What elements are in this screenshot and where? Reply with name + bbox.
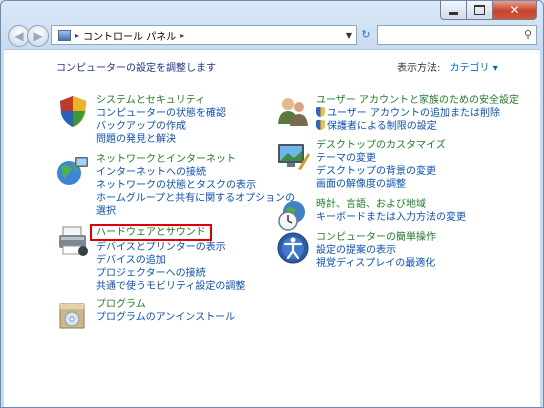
breadcrumb-control-panel[interactable]: コントロール パネル [83,28,176,43]
hardware-sound-icon[interactable] [56,224,90,258]
view-by-label: 表示方法: [397,63,441,74]
view-by: 表示方法: カテゴリ ▾ [397,59,498,74]
category-title-clock-region[interactable]: 時計、言語、および地域 [316,198,466,211]
category-title-hardware-sound[interactable]: ハードウェアとサウンド [90,224,245,241]
category-title-user-accounts[interactable]: ユーザー アカウントと家族のための安全設定 [316,94,519,107]
link-devices-printers[interactable]: デバイスとプリンターの表示 [96,241,245,254]
uac-shield-icon [316,107,325,117]
link-change-theme[interactable]: テーマの変更 [316,152,446,165]
link-suggested-settings[interactable]: 設定の提案の表示 [316,244,436,257]
link-create-backup[interactable]: バックアップの作成 [96,120,226,133]
link-connect-internet[interactable]: インターネットへの接続 [96,166,295,179]
category-title-ease-of-access[interactable]: コンピューターの簡単操作 [316,231,436,244]
programs-icon[interactable] [56,298,90,332]
breadcrumb-separator-icon[interactable]: ▸ [180,31,184,40]
link-network-status[interactable]: ネットワークの状態とタスクの表示 [96,179,295,192]
page-heading: コンピューターの設定を調整します [56,63,216,74]
breadcrumb-separator-icon: ▸ [75,30,80,40]
refresh-button[interactable]: ↻ [358,25,374,43]
link-add-device[interactable]: デバイスの追加 [96,254,245,267]
link-homegroup-options-cont[interactable]: 選択 [96,205,295,218]
view-by-dropdown[interactable]: カテゴリ ▾ [450,63,498,74]
link-uninstall-program[interactable]: プログラムのアンインストール [96,311,235,324]
link-parental-controls[interactable]: 保護者による制限の設定 [316,120,519,133]
maximize-icon [474,5,485,15]
uac-shield-icon [316,120,325,130]
link-change-background[interactable]: デスクトップの背景の変更 [316,165,446,178]
address-dropdown-icon[interactable]: ▼ [346,31,352,40]
category-title-appearance[interactable]: デスクトップのカスタマイズ [316,139,446,152]
system-security-icon[interactable] [56,94,90,128]
minimize-button[interactable] [440,1,467,20]
search-box[interactable]: ⚲ [377,25,537,45]
search-icon[interactable]: ⚲ [524,28,532,41]
link-add-remove-accounts[interactable]: ユーザー アカウントの追加または削除 [316,107,519,120]
clock-region-icon[interactable] [276,198,310,232]
link-connect-projector[interactable]: プロジェクターへの接続 [96,267,245,280]
caption-buttons: ✕ [440,1,537,20]
close-button[interactable]: ✕ [493,1,537,20]
link-mobility-settings[interactable]: 共通で使うモビリティ設定の調整 [96,280,245,293]
appearance-icon[interactable] [276,139,310,173]
control-panel-window: ✕ ◀ ▶ ▸ コントロール パネル ▸ ▼ ↻ ⚲ コンピューターの設定を調整… [0,0,544,408]
category-title-network-internet[interactable]: ネットワークとインターネット [96,153,295,166]
user-accounts-icon[interactable] [276,94,310,128]
highlight-box[interactable]: ハードウェアとサウンド [90,224,212,241]
category-title-system-security[interactable]: システムとセキュリティ [96,94,226,107]
link-check-computer-status[interactable]: コンピューターの状態を確認 [96,107,226,120]
link-change-keyboard[interactable]: キーボードまたは入力方法の変更 [316,211,466,224]
control-panel-icon [58,29,71,41]
ease-of-access-icon[interactable] [276,231,310,265]
link-adjust-resolution[interactable]: 画面の解像度の調整 [316,178,446,191]
link-homegroup-options[interactable]: ホームグループと共有に関するオプションの [96,192,295,205]
content-area: コンピューターの設定を調整します 表示方法: カテゴリ ▾ システムとセキュリテ… [4,49,540,407]
address-bar[interactable]: ▸ コントロール パネル ▸ ▼ [51,25,357,45]
link-optimize-display[interactable]: 視覚ディスプレイの最適化 [316,257,436,270]
link-find-fix-problems[interactable]: 問題の発見と解決 [96,133,226,146]
forward-button[interactable]: ▶ [27,25,49,47]
maximize-button[interactable] [467,1,493,20]
minimize-icon [449,11,458,15]
category-title-programs[interactable]: プログラム [96,298,235,311]
network-internet-icon[interactable] [56,153,90,187]
